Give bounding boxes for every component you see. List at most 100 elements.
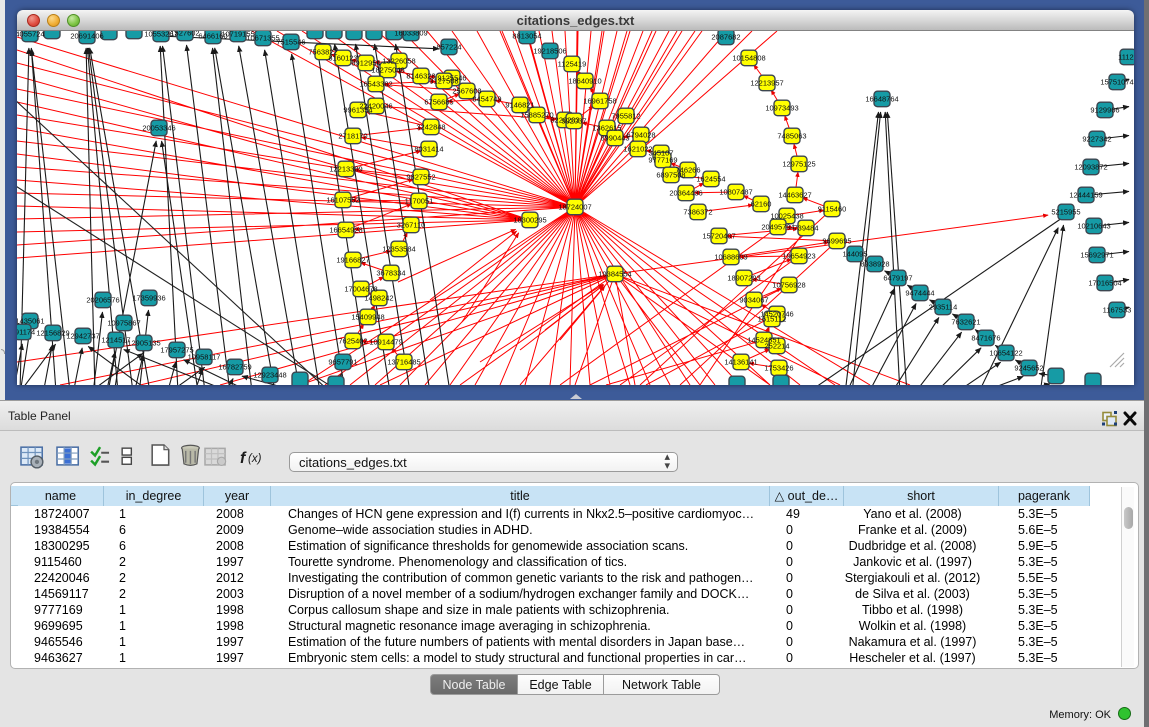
svg-text:17004678: 17004678 <box>344 285 377 294</box>
svg-text:9699695: 9699695 <box>822 237 851 246</box>
svg-text:20053346: 20053346 <box>142 124 175 133</box>
svg-text:16543382: 16543382 <box>359 80 392 89</box>
svg-text:8031414: 8031414 <box>414 145 443 154</box>
svg-text:19654923: 19654923 <box>782 252 815 261</box>
svg-text:16033809: 16033809 <box>394 31 427 38</box>
svg-text:10654122: 10654122 <box>989 349 1022 358</box>
svg-text:17016504: 17016504 <box>1088 279 1121 288</box>
svg-text:1167533: 1167533 <box>1103 306 1132 315</box>
svg-text:7632621: 7632621 <box>951 318 980 327</box>
svg-text:11123: 11123 <box>1118 53 1134 62</box>
svg-text:9127508: 9127508 <box>429 77 458 86</box>
svg-text:20495794: 20495794 <box>761 223 794 232</box>
svg-text:12213957: 12213957 <box>750 79 783 88</box>
svg-text:739484: 739484 <box>793 224 818 233</box>
svg-text:7386372: 7386372 <box>683 208 712 217</box>
svg-text:5215955: 5215955 <box>1051 208 1080 217</box>
svg-text:8813054: 8813054 <box>512 32 541 41</box>
svg-text:1435061: 1435061 <box>17 317 45 326</box>
svg-text:252214: 252214 <box>764 342 789 351</box>
svg-text:9827552: 9827552 <box>406 173 435 182</box>
svg-text:7485063: 7485063 <box>777 132 806 141</box>
svg-text:20364436: 20364436 <box>669 189 702 198</box>
svg-text:9129966: 9129966 <box>1090 106 1119 115</box>
svg-text:15720407: 15720407 <box>702 232 735 241</box>
svg-text:18275048: 18275048 <box>371 66 404 75</box>
svg-text:18907293: 18907293 <box>727 274 760 283</box>
svg-text:20691406: 20691406 <box>70 32 103 41</box>
svg-text:6479197: 6479197 <box>883 274 912 283</box>
svg-text:15692971: 15692971 <box>1080 251 1113 260</box>
svg-text:8454749: 8454749 <box>472 95 501 104</box>
svg-text:1362615: 1362615 <box>592 124 621 133</box>
svg-text:62160: 62160 <box>751 200 772 209</box>
svg-text:1753426: 1753426 <box>764 364 793 373</box>
svg-text:15885270: 15885270 <box>520 111 553 120</box>
svg-text:7955812: 7955812 <box>611 112 640 121</box>
svg-text:7625402: 7625402 <box>338 337 367 346</box>
svg-text:12093872: 12093872 <box>1074 163 1107 172</box>
svg-text:12942737: 12942737 <box>66 332 99 341</box>
svg-text:6897508: 6897508 <box>656 171 685 180</box>
svg-text:10025438: 10025438 <box>770 212 803 221</box>
svg-text:12975125: 12975125 <box>782 160 815 169</box>
svg-text:16654928: 16654928 <box>329 226 362 235</box>
svg-text:9034067: 9034067 <box>739 296 768 305</box>
svg-text:19166827: 19166827 <box>336 256 369 265</box>
svg-text:144095: 144095 <box>842 250 867 259</box>
svg-text:2087682: 2087682 <box>711 33 740 42</box>
svg-text:10958117: 10958117 <box>188 353 221 362</box>
svg-text:18724007: 18724007 <box>558 203 591 212</box>
svg-text:8938928: 8938928 <box>860 260 889 269</box>
svg-text:16648764: 16648764 <box>865 95 898 104</box>
svg-text:391174: 391174 <box>17 328 35 337</box>
svg-text:9474444: 9474444 <box>905 289 934 298</box>
svg-text:(x): (x) <box>248 453 262 465</box>
svg-text:1527602: 1527602 <box>170 31 199 38</box>
svg-text:1624554: 1624554 <box>696 175 725 184</box>
svg-text:9227342: 9227342 <box>1082 135 1111 144</box>
svg-text:3242848: 3242848 <box>416 123 445 132</box>
svg-text:1170051: 1170051 <box>405 197 434 206</box>
svg-text:16782759: 16782759 <box>218 363 251 372</box>
svg-text:2935114: 2935114 <box>929 303 958 312</box>
svg-text:19384554: 19384554 <box>598 270 631 279</box>
svg-text:f: f <box>240 450 247 467</box>
svg-text:1214517: 1214517 <box>101 336 130 345</box>
svg-text:10756928: 10756928 <box>772 281 805 290</box>
svg-text:1125419: 1125419 <box>558 60 587 69</box>
svg-text:8471676: 8471676 <box>971 334 1000 343</box>
svg-text:6756685: 6756685 <box>424 98 453 107</box>
svg-text:9115460: 9115460 <box>818 205 847 214</box>
svg-text:12156829: 12156829 <box>36 329 69 338</box>
svg-text:992037: 992037 <box>561 117 586 126</box>
svg-text:14136141: 14136141 <box>724 358 757 367</box>
svg-text:2718170: 2718170 <box>338 132 367 141</box>
svg-text:6794028: 6794028 <box>626 131 655 140</box>
svg-text:7515546: 7515546 <box>276 38 305 47</box>
svg-text:857224: 857224 <box>436 43 461 52</box>
svg-text:13716485: 13716485 <box>387 358 420 367</box>
svg-text:1498242: 1498242 <box>364 294 393 303</box>
svg-text:9146821: 9146821 <box>505 101 534 110</box>
svg-text:10671355: 10671355 <box>246 34 279 43</box>
svg-text:19218506: 19218506 <box>533 47 566 56</box>
svg-text:10973493: 10973493 <box>765 104 798 113</box>
svg-text:16107552: 16107552 <box>326 196 359 205</box>
svg-text:10688609: 10688609 <box>714 253 747 262</box>
svg-text:20206576: 20206576 <box>86 296 119 305</box>
svg-text:12923448: 12923448 <box>253 371 286 380</box>
svg-text:3678334: 3678334 <box>376 269 405 278</box>
svg-text:14463627: 14463627 <box>778 191 811 200</box>
svg-text:12353584: 12353584 <box>382 245 415 254</box>
svg-text:10154808: 10154808 <box>732 54 765 63</box>
svg-text:18300295: 18300295 <box>513 216 546 225</box>
svg-text:3267110: 3267110 <box>397 221 426 230</box>
svg-text:12444159: 12444159 <box>1069 191 1102 200</box>
svg-text:18640910: 18640910 <box>568 77 601 86</box>
svg-text:4055724: 4055724 <box>17 31 45 39</box>
svg-text:12905135: 12905135 <box>127 339 160 348</box>
svg-text:12213389: 12213389 <box>329 165 362 174</box>
svg-text:10210643: 10210643 <box>1077 222 1110 231</box>
svg-text:16961758: 16961758 <box>583 97 616 106</box>
